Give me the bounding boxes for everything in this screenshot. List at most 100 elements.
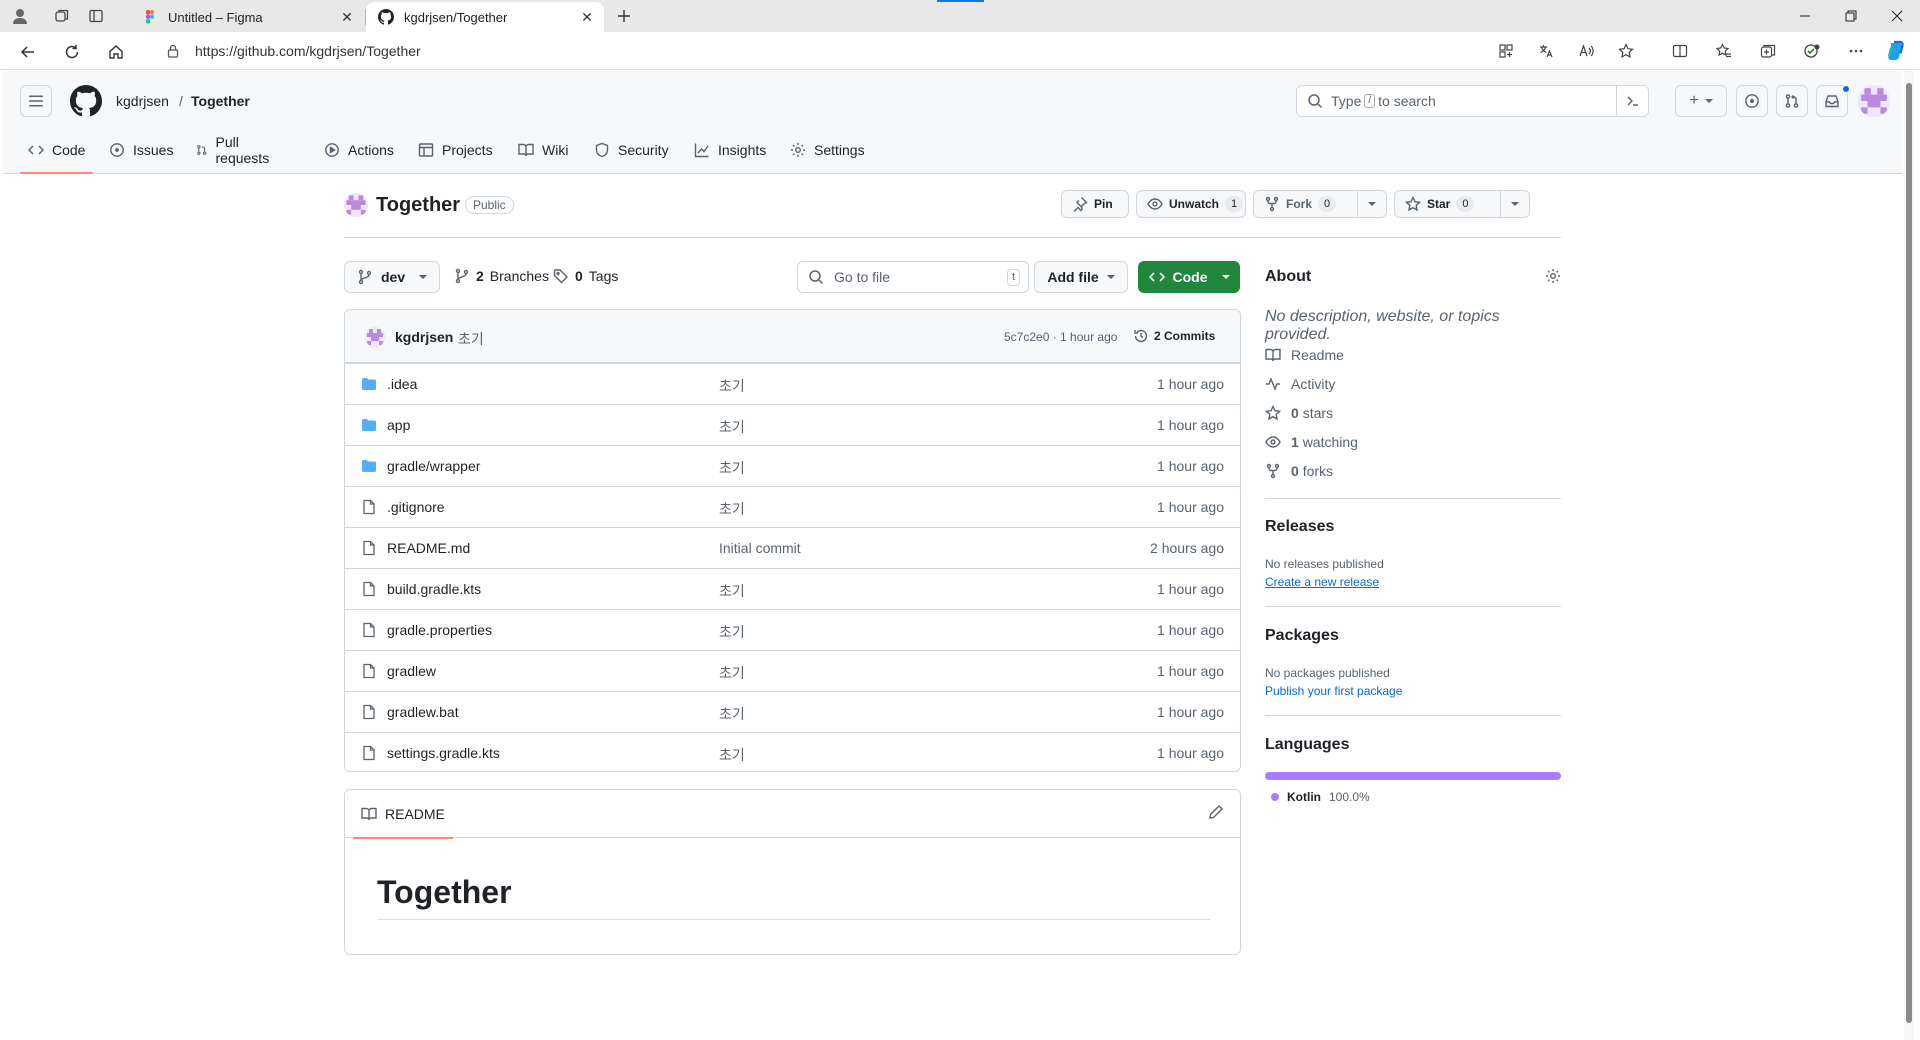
commit-hash-time[interactable]: 5c7c2e0 · 1 hour ago <box>1004 330 1117 344</box>
minimize-icon[interactable] <box>1782 0 1828 32</box>
tab-github[interactable]: kgdrjsen/Together ✕ <box>366 2 604 32</box>
readme-link[interactable]: Readme <box>1265 347 1344 363</box>
file-name[interactable]: build.gradle.kts <box>387 581 481 597</box>
collections-icon[interactable] <box>1754 37 1782 65</box>
add-file-button[interactable]: Add file <box>1034 261 1128 293</box>
home-icon[interactable] <box>102 38 130 66</box>
file-commit-message[interactable]: 초기 <box>719 745 745 765</box>
tab-issues[interactable]: Issues <box>109 126 173 174</box>
file-name[interactable]: app <box>387 417 410 433</box>
table-row[interactable]: gradle/wrapper 초기 1 hour ago <box>345 445 1240 486</box>
pin-button[interactable]: Pin <box>1061 190 1129 218</box>
activity-link[interactable]: Activity <box>1265 376 1335 392</box>
pull-requests-icon[interactable] <box>1776 85 1808 117</box>
publish-package-link[interactable]: Publish your first package <box>1265 684 1402 698</box>
releases-title[interactable]: Releases <box>1265 518 1334 536</box>
file-name[interactable]: gradlew <box>387 663 436 679</box>
tab-figma[interactable]: Untitled – Figma ✕ <box>130 2 364 32</box>
table-row[interactable]: gradlew.bat 초기 1 hour ago <box>345 691 1240 732</box>
table-row[interactable]: .gitignore 초기 1 hour ago <box>345 486 1240 527</box>
table-row[interactable]: settings.gradle.kts 초기 1 hour ago <box>345 732 1240 771</box>
breadcrumb-repo[interactable]: Together <box>191 93 250 109</box>
watching-link[interactable]: 1 watching <box>1265 434 1358 450</box>
back-icon[interactable] <box>14 38 42 66</box>
commit-author-avatar[interactable] <box>365 327 385 347</box>
file-name[interactable]: gradle/wrapper <box>387 458 480 474</box>
file-name[interactable]: .idea <box>387 376 417 392</box>
file-commit-message[interactable]: 초기 <box>719 704 745 724</box>
close-tab-icon[interactable]: ✕ <box>576 6 598 28</box>
app-available-icon[interactable] <box>1492 37 1520 65</box>
workspaces-icon[interactable] <box>50 4 74 28</box>
favorite-star-icon[interactable] <box>1612 37 1640 65</box>
more-icon[interactable] <box>1842 37 1870 65</box>
fork-caret[interactable] <box>1356 191 1386 217</box>
tab-settings[interactable]: Settings <box>790 126 865 174</box>
readme-tab[interactable]: README <box>353 790 453 839</box>
tab-security[interactable]: Security <box>594 126 669 174</box>
vertical-tabs-icon[interactable] <box>84 4 108 28</box>
file-commit-message[interactable]: 초기 <box>719 417 745 437</box>
branch-selector-button[interactable]: dev <box>344 261 440 293</box>
pencil-icon[interactable] <box>1208 804 1224 820</box>
issues-icon[interactable] <box>1736 85 1768 117</box>
file-commit-message[interactable]: Initial commit <box>719 540 801 556</box>
file-name[interactable]: gradlew.bat <box>387 704 459 720</box>
refresh-icon[interactable] <box>58 38 86 66</box>
url-bar[interactable]: https://github.com/kgdrjsen/Together <box>145 36 1500 66</box>
gear-icon[interactable] <box>1545 268 1561 284</box>
fork-button[interactable]: Fork 0 <box>1253 190 1387 218</box>
favorites-icon[interactable] <box>1710 37 1738 65</box>
file-name[interactable]: .gitignore <box>387 499 445 515</box>
file-name[interactable]: README.md <box>387 540 470 556</box>
translate-icon[interactable] <box>1532 37 1560 65</box>
table-row[interactable]: .idea 초기 1 hour ago <box>345 363 1240 404</box>
table-row[interactable]: gradlew 초기 1 hour ago <box>345 650 1240 691</box>
restore-icon[interactable] <box>1828 0 1874 32</box>
close-window-icon[interactable] <box>1874 0 1920 32</box>
tab-code[interactable]: Code <box>19 126 95 174</box>
close-tab-icon[interactable]: ✕ <box>336 6 358 28</box>
new-tab-icon[interactable] <box>612 4 636 28</box>
hamburger-menu-icon[interactable] <box>20 85 52 117</box>
scrollbar-thumb[interactable] <box>1906 83 1912 1023</box>
tab-insights[interactable]: Insights <box>694 126 766 174</box>
file-commit-message[interactable]: 초기 <box>719 581 745 601</box>
code-button[interactable]: Code <box>1138 261 1240 293</box>
table-row[interactable]: app 초기 1 hour ago <box>345 404 1240 445</box>
file-commit-message[interactable]: 초기 <box>719 663 745 683</box>
github-logo-icon[interactable] <box>70 85 102 117</box>
command-palette-icon[interactable] <box>1616 86 1648 116</box>
copilot-icon[interactable] <box>1882 37 1910 65</box>
tags-link[interactable]: 0 Tags <box>553 268 618 284</box>
profile-icon[interactable] <box>8 4 32 28</box>
create-release-link[interactable]: Create a new release <box>1265 575 1379 589</box>
create-new-button[interactable]: + <box>1675 85 1727 117</box>
lock-icon[interactable] <box>157 44 189 58</box>
star-caret[interactable] <box>1499 191 1530 217</box>
star-button[interactable]: Star 0 <box>1394 190 1530 218</box>
extensions-icon[interactable] <box>1798 37 1826 65</box>
tab-projects[interactable]: Projects <box>418 126 493 174</box>
tab-pull-requests[interactable]: Pull requests <box>196 126 274 174</box>
tab-wiki[interactable]: Wiki <box>518 126 568 174</box>
table-row[interactable]: gradle.properties 초기 1 hour ago <box>345 609 1240 650</box>
go-to-file-input[interactable]: Go to file t <box>797 261 1029 293</box>
file-commit-message[interactable]: 초기 <box>719 622 745 642</box>
file-commit-message[interactable]: 초기 <box>719 499 745 519</box>
file-name[interactable]: gradle.properties <box>387 622 492 638</box>
table-row[interactable]: build.gradle.kts 초기 1 hour ago <box>345 568 1240 609</box>
stars-link[interactable]: 0 stars <box>1265 405 1333 421</box>
repo-name[interactable]: Together <box>376 194 460 217</box>
read-aloud-icon[interactable] <box>1572 37 1600 65</box>
avatar[interactable] <box>1858 85 1890 117</box>
search-input[interactable]: Type / to search <box>1296 85 1649 117</box>
commit-message[interactable]: 초기 <box>458 329 484 349</box>
file-commit-message[interactable]: 초기 <box>719 458 745 478</box>
branches-link[interactable]: 2 Branches <box>454 268 549 284</box>
file-name[interactable]: settings.gradle.kts <box>387 745 500 761</box>
packages-title[interactable]: Packages <box>1265 627 1339 645</box>
commit-author[interactable]: kgdrjsen <box>395 329 453 345</box>
split-screen-icon[interactable] <box>1666 37 1694 65</box>
language-item-kotlin[interactable]: Kotlin 100.0% <box>1271 790 1370 804</box>
